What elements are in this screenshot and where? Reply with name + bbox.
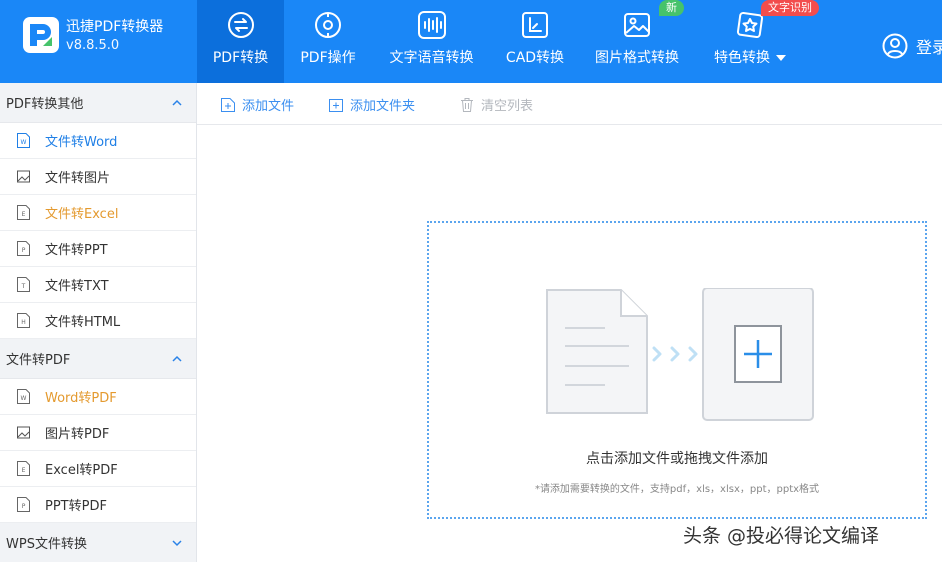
trash-icon <box>461 97 473 112</box>
sidebar-group-pdf-to-other[interactable]: PDF转换其他 <box>0 83 196 123</box>
watermark-text: 头条 @投必得论文编译 <box>683 525 880 547</box>
tab-label: CAD转换 <box>505 50 565 66</box>
clear-list-label: 清空列表 <box>481 99 534 114</box>
svg-text:E: E <box>22 467 26 474</box>
sidebar-item-file-to-excel[interactable]: E 文件转Excel <box>0 195 196 231</box>
drop-zone-title: 点击添加文件或拖拽文件添加 <box>586 451 768 467</box>
add-folder-icon <box>329 98 343 112</box>
word-file-icon: W <box>17 133 30 148</box>
excel-file-icon: E <box>17 205 30 220</box>
svg-text:E: E <box>22 211 26 218</box>
file-drop-zone[interactable]: 点击添加文件或拖拽文件添加 *请添加需要转换的文件，支持pdf，xls，xlsx… <box>427 221 927 519</box>
tab-pdf-operation[interactable]: PDF操作 <box>288 0 368 83</box>
chevron-down-icon <box>172 539 182 546</box>
chevron-up-icon <box>172 99 182 106</box>
sidebar-item-word-to-pdf[interactable]: W Word转PDF <box>0 379 196 415</box>
tab-label: 图片格式转换 <box>595 50 679 66</box>
svg-text:H: H <box>21 319 26 326</box>
arrow-chevrons-icon <box>652 346 698 362</box>
new-badge: 新 <box>659 0 684 16</box>
file-toolbar: 添加文件 添加文件夹 清空列表 <box>197 83 942 125</box>
excel-file-icon: E <box>17 461 30 476</box>
group-title: 文件转PDF <box>6 353 71 368</box>
dropdown-caret-icon <box>776 55 786 61</box>
svg-text:P: P <box>22 247 26 254</box>
ocr-badge: 文字识别 <box>761 0 819 16</box>
app-logo-icon <box>23 17 59 53</box>
clear-list-button[interactable]: 清空列表 <box>459 95 533 114</box>
ppt-file-icon: P <box>17 241 30 256</box>
chevron-up-icon <box>172 355 182 362</box>
sidebar-item-excel-to-pdf[interactable]: E Excel转PDF <box>0 451 196 487</box>
tab-label-text: 特色转换 <box>714 50 770 66</box>
image-file-icon <box>17 426 30 439</box>
sidebar-item-file-to-ppt[interactable]: P 文件转PPT <box>0 231 196 267</box>
tab-label: 特色转换 <box>714 47 786 67</box>
add-file-label: 添加文件 <box>242 99 295 114</box>
drop-illustration <box>546 288 814 421</box>
item-label: 文件转PPT <box>45 243 108 258</box>
tab-cad-convert[interactable]: CAD转换 <box>498 0 572 83</box>
tab-pdf-convert[interactable]: PDF转换 <box>197 0 284 83</box>
add-file-button[interactable]: 添加文件 <box>220 95 294 114</box>
sidebar-item-file-to-word[interactable]: W 文件转Word <box>0 123 196 159</box>
pdf-convert-icon <box>227 12 254 38</box>
item-label: Word转PDF <box>45 391 117 406</box>
sidebar-group-wps-convert[interactable]: WPS文件转换 <box>0 523 196 562</box>
item-label: 文件转TXT <box>45 279 109 294</box>
svg-text:W: W <box>21 395 27 402</box>
sidebar-item-ppt-to-pdf[interactable]: P PPT转PDF <box>0 487 196 523</box>
group-title: WPS文件转换 <box>6 537 87 552</box>
app-window: 迅捷PDF转换器 v8.8.5.0 PDF转换 PDF操作 文字语音转换 CAD… <box>0 0 942 562</box>
app-version: v8.8.5.0 <box>66 38 120 53</box>
tab-label: PDF操作 <box>300 50 356 66</box>
sidebar-item-file-to-html[interactable]: H 文件转HTML <box>0 303 196 339</box>
login-button[interactable]: 登录 <box>882 33 942 59</box>
add-box-icon <box>702 288 814 421</box>
item-label: 图片转PDF <box>45 427 110 442</box>
image-icon <box>624 13 650 37</box>
txt-file-icon: T <box>17 277 30 292</box>
brand: 迅捷PDF转换器 v8.8.5.0 <box>22 14 197 70</box>
html-file-icon: H <box>17 313 30 328</box>
svg-text:W: W <box>21 139 27 146</box>
item-label: 文件转Excel <box>45 207 119 222</box>
add-file-icon <box>221 97 235 112</box>
app-name: 迅捷PDF转换器 <box>66 19 164 35</box>
document-icon <box>546 289 648 414</box>
sidebar-item-file-to-txt[interactable]: T 文件转TXT <box>0 267 196 303</box>
login-label: 登录 <box>916 38 942 57</box>
cad-icon <box>522 12 548 38</box>
item-label: 文件转Word <box>45 135 118 150</box>
tab-label: 文字语音转换 <box>389 50 474 66</box>
image-file-icon <box>17 170 30 183</box>
voice-wave-icon <box>417 11 446 39</box>
top-navigation-bar: 迅捷PDF转换器 v8.8.5.0 PDF转换 PDF操作 文字语音转换 CAD… <box>0 0 942 83</box>
sidebar: PDF转换其他 W 文件转Word 文件转图片 E 文件转Excel P 文件转… <box>0 83 197 562</box>
add-folder-label: 添加文件夹 <box>350 99 416 114</box>
item-label: PPT转PDF <box>45 499 107 514</box>
tab-label: PDF转换 <box>212 50 269 66</box>
word-file-icon: W <box>17 389 30 404</box>
pdf-operation-icon <box>315 12 341 38</box>
drop-zone-hint: *请添加需要转换的文件，支持pdf，xls，xlsx，ppt，pptx格式 <box>534 484 820 495</box>
sidebar-item-file-to-image[interactable]: 文件转图片 <box>0 159 196 195</box>
group-title: PDF转换其他 <box>6 97 84 112</box>
add-folder-button[interactable]: 添加文件夹 <box>328 95 415 114</box>
ppt-file-icon: P <box>17 497 30 512</box>
item-label: Excel转PDF <box>45 463 118 478</box>
item-label: 文件转HTML <box>45 315 121 330</box>
sidebar-item-image-to-pdf[interactable]: 图片转PDF <box>0 415 196 451</box>
user-icon <box>882 33 908 59</box>
item-label: 文件转图片 <box>45 171 111 186</box>
sidebar-group-file-to-pdf[interactable]: 文件转PDF <box>0 339 196 379</box>
tab-text-voice[interactable]: 文字语音转换 <box>384 0 479 83</box>
svg-text:T: T <box>21 283 26 290</box>
svg-text:P: P <box>22 503 26 510</box>
